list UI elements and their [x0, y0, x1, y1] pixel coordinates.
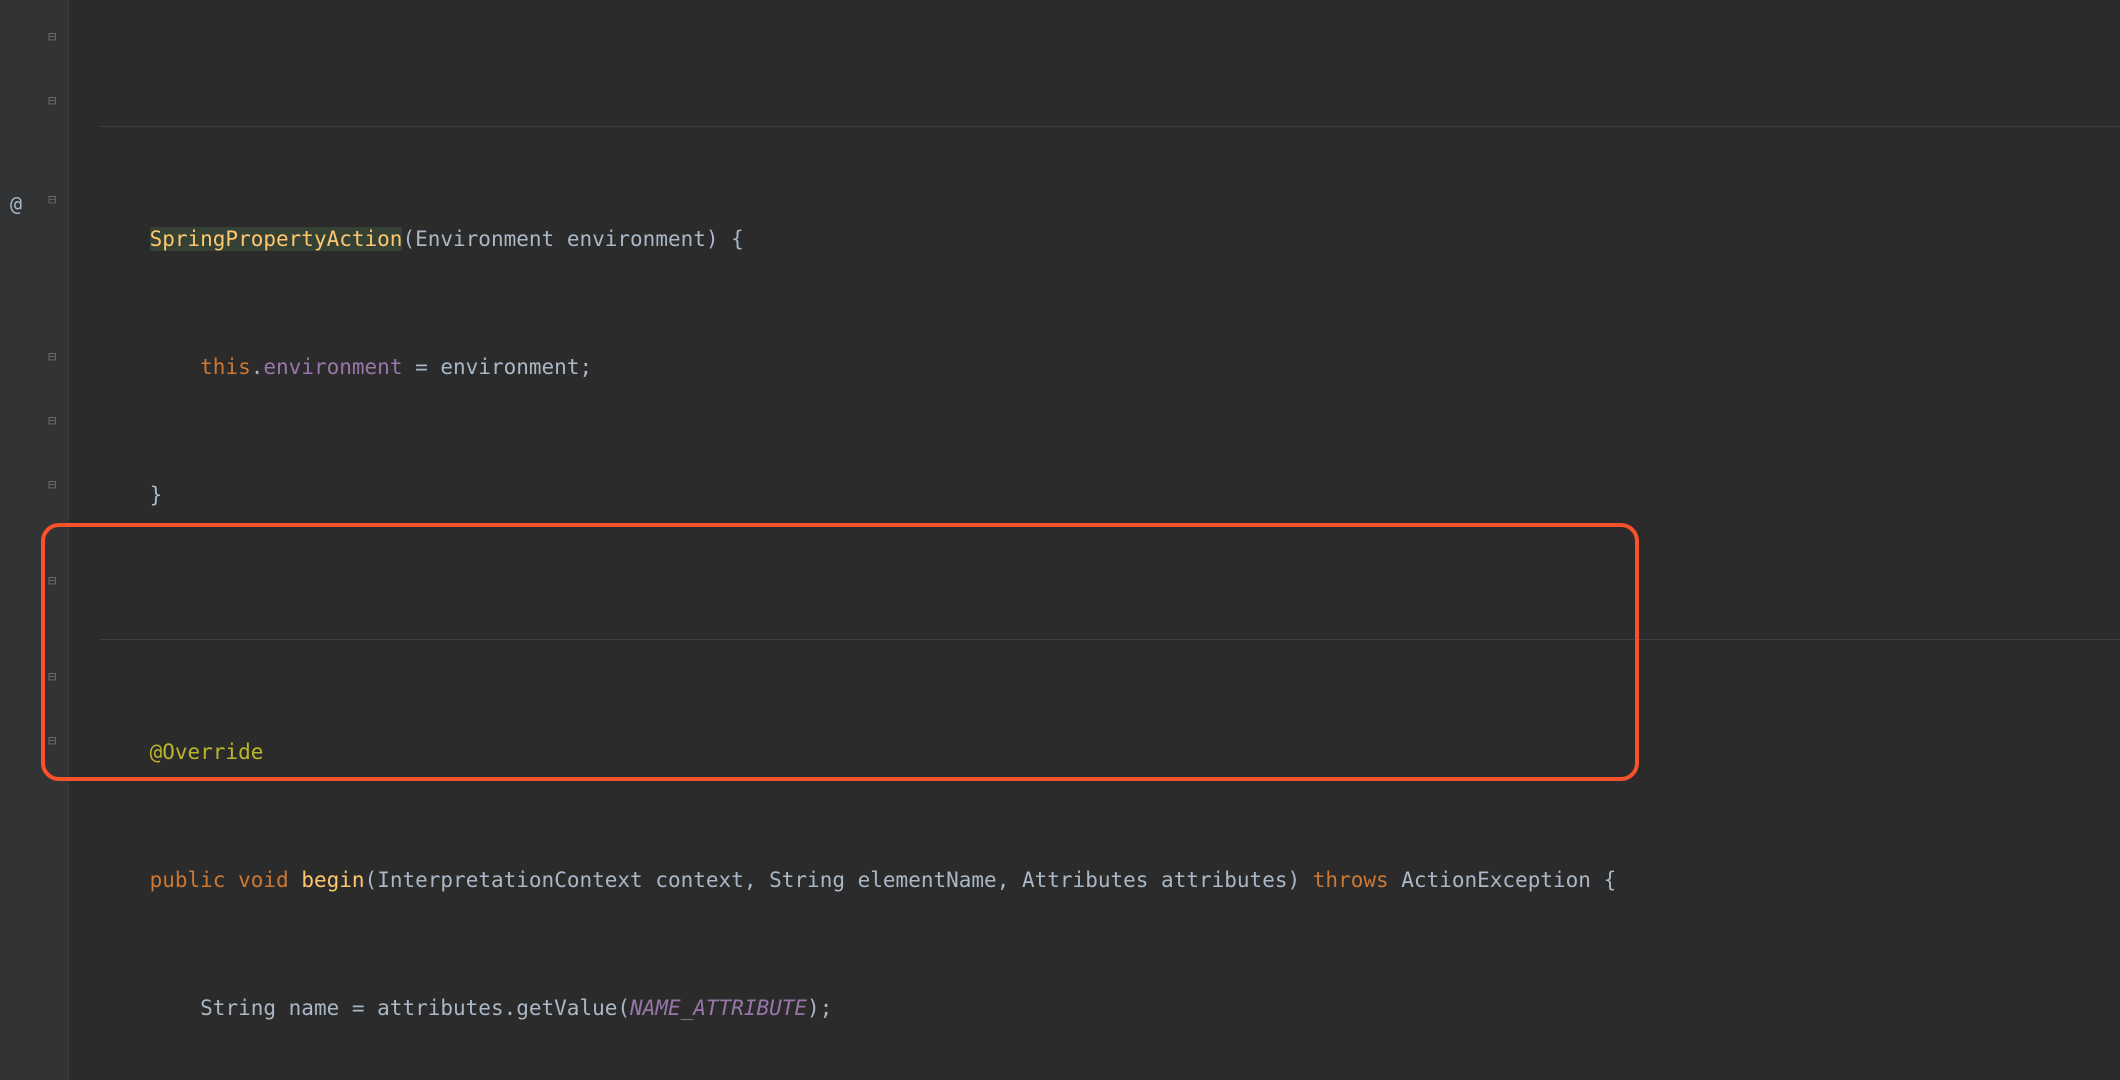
fold-close-icon[interactable]: ⊟ [48, 414, 62, 428]
override-gutter-icon[interactable]: @ [10, 192, 22, 216]
code-line: this.environment = environment; [99, 351, 2120, 383]
code-line: String name = attributes.getValue(NAME_A… [99, 992, 2120, 1024]
brace: } [150, 483, 163, 507]
constant: NAME_ATTRIBUTE [630, 996, 807, 1020]
fold-close-icon[interactable]: ⊟ [48, 30, 62, 44]
keyword: throws [1313, 868, 1389, 892]
fold-close-icon[interactable]: ⊟ [48, 574, 62, 588]
keyword: void [238, 868, 289, 892]
method-separator [99, 607, 2120, 640]
text: (Environment environment) { [402, 227, 743, 251]
code-line: } [99, 479, 2120, 511]
field-ref: environment [263, 355, 402, 379]
gutter: ⊟ ⊟ @ ⊟ ⊟ ⊟ ⊟ ⊟ ⊟ ⊟ [0, 0, 69, 1080]
fold-close-icon[interactable]: ⊟ [48, 193, 62, 207]
code-line: SpringPropertyAction(Environment environ… [99, 223, 2120, 255]
text: = environment; [402, 355, 592, 379]
fold-close-icon[interactable]: ⊟ [48, 670, 62, 684]
constructor-name: SpringPropertyAction [150, 227, 403, 251]
method-separator [99, 104, 2120, 127]
code-line: @Override [99, 736, 2120, 768]
fold-close-icon[interactable]: ⊟ [48, 478, 62, 492]
code-area[interactable]: SpringPropertyAction(Environment environ… [69, 0, 2120, 1080]
fold-close-icon[interactable]: ⊟ [48, 734, 62, 748]
fold-close-icon[interactable]: ⊟ [48, 350, 62, 364]
code-line: public void begin(InterpretationContext … [99, 864, 2120, 896]
text: String name = attributes.getValue( [200, 996, 630, 1020]
text: . [251, 355, 264, 379]
annotation: @Override [150, 740, 264, 764]
text: ); [807, 996, 832, 1020]
text: ActionException { [1389, 868, 1617, 892]
text: (InterpretationContext context, String e… [365, 868, 1313, 892]
method-name: begin [301, 868, 364, 892]
fold-close-icon[interactable]: ⊟ [48, 94, 62, 108]
keyword-this: this [200, 355, 251, 379]
code-editor: ⊟ ⊟ @ ⊟ ⊟ ⊟ ⊟ ⊟ ⊟ ⊟ SpringPropertyAction… [0, 0, 2120, 1080]
keyword: public [150, 868, 226, 892]
